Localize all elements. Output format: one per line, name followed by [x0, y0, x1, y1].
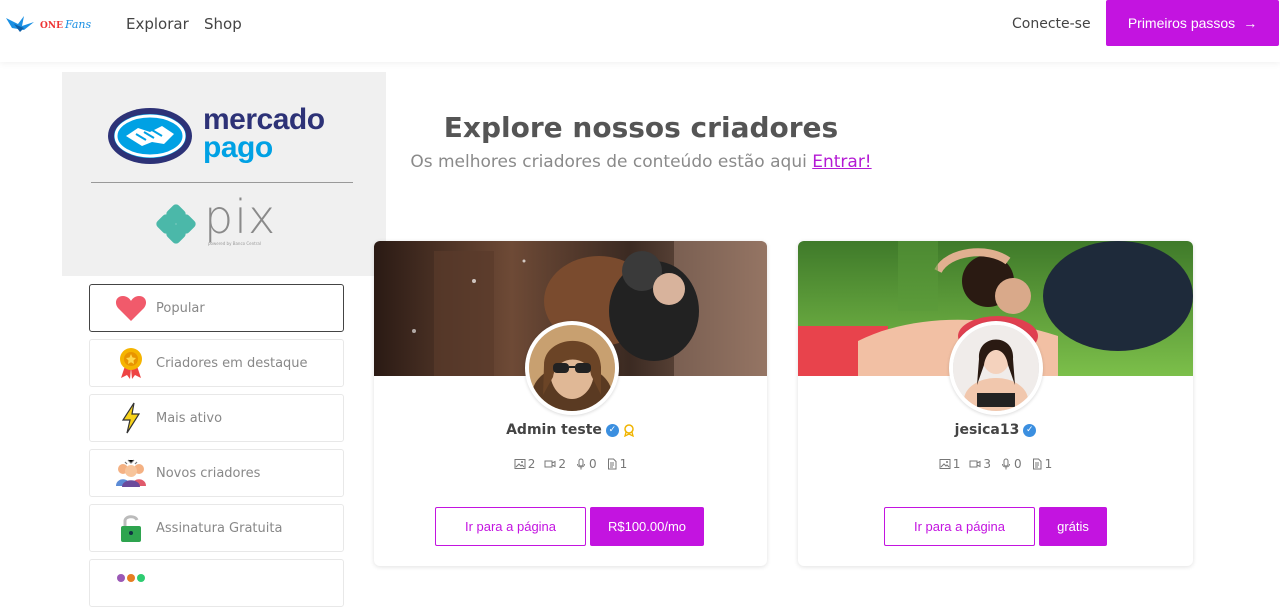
award-icon	[623, 423, 634, 437]
payment-methods-banner: mercado pago pix powered by Banco Centra…	[62, 72, 386, 276]
filter-label: Mais ativo	[156, 410, 223, 426]
pix-wordmark: pix	[204, 190, 277, 244]
photos-stat: 2	[514, 457, 535, 471]
site-logo[interactable]: ONE Fans	[4, 10, 100, 38]
people-icon	[114, 566, 148, 600]
file-icon	[1032, 458, 1042, 470]
file-icon	[607, 458, 617, 470]
microphone-icon	[1002, 458, 1010, 470]
audios-stat: 0	[575, 457, 597, 471]
creator-name[interactable]: Admin teste	[506, 422, 602, 438]
enter-link[interactable]: Entrar!	[812, 152, 871, 172]
card-actions: Ir para a página R$100.00/mo	[435, 507, 704, 546]
creator-name[interactable]: jesica13	[955, 422, 1020, 438]
subscribe-price-button[interactable]: R$100.00/mo	[590, 507, 704, 546]
filter-popular[interactable]: Popular	[89, 284, 344, 332]
creator-avatar[interactable]	[949, 321, 1043, 415]
banner-divider	[91, 182, 353, 183]
medal-icon	[114, 346, 148, 380]
filter-label: Novos criadores	[156, 465, 261, 481]
video-icon	[544, 460, 556, 468]
nav-explorar[interactable]: Explorar	[126, 15, 189, 33]
pix-subtitle: powered by Banco Central	[208, 241, 261, 246]
go-to-page-button[interactable]: Ir para a página	[435, 507, 586, 546]
filter-label: Criadores em destaque	[156, 355, 308, 371]
logo-wordmark: ONE Fans	[40, 17, 92, 31]
card-actions: Ir para a página grátis	[884, 507, 1107, 546]
files-stat: 1	[1031, 457, 1052, 471]
creator-stats: 2 2 0 1	[374, 457, 767, 471]
bird-logo-icon	[6, 16, 34, 32]
get-started-button[interactable]: Primeiros passos →	[1106, 0, 1279, 46]
pix-diamond-icon	[156, 204, 196, 244]
creator-card: Admin teste ✓ 2 2 0 1 Ir para a página R…	[374, 241, 767, 566]
image-icon	[939, 459, 951, 469]
files-stat: 1	[606, 457, 627, 471]
creator-stats: 1 3 0 1	[798, 457, 1193, 471]
creator-card: jesica13 ✓ 1 3 0 1 Ir para a página grát…	[798, 241, 1193, 566]
creator-name-row: Admin teste ✓	[374, 422, 767, 438]
videos-stat: 2	[544, 457, 566, 471]
group-icon	[114, 456, 148, 490]
filter-label: Assinatura Gratuita	[156, 520, 283, 536]
verified-icon: ✓	[1023, 423, 1037, 437]
photos-stat: 1	[939, 457, 960, 471]
filter-list: Popular Criadores em destaque Mais ativo…	[89, 284, 344, 614]
video-icon	[969, 460, 981, 468]
page-subtitle: Os melhores criadores de conteúdo estão …	[410, 152, 872, 172]
filter-most-active[interactable]: Mais ativo	[89, 394, 344, 442]
filter-community[interactable]	[89, 559, 344, 607]
filter-new-creators[interactable]: Novos criadores	[89, 449, 344, 497]
lightning-icon	[114, 401, 148, 435]
heart-icon	[114, 291, 148, 325]
login-link[interactable]: Conecte-se	[1012, 16, 1091, 32]
filter-free-subscription[interactable]: Assinatura Gratuita	[89, 504, 344, 552]
audios-stat: 0	[1000, 457, 1022, 471]
creator-name-row: jesica13 ✓	[798, 422, 1193, 438]
page-title: Explore nossos criadores	[443, 111, 839, 144]
arrow-right-icon: →	[1243, 15, 1258, 31]
image-icon	[514, 459, 526, 469]
get-started-label: Primeiros passos	[1127, 15, 1236, 31]
videos-stat: 3	[969, 457, 991, 471]
microphone-icon	[577, 458, 585, 470]
top-nav: ONE Fans Explorar Shop Conecte-se Primeir…	[0, 0, 1280, 62]
filter-label: Popular	[156, 300, 205, 316]
nav-shop[interactable]: Shop	[204, 15, 242, 33]
creator-avatar[interactable]	[525, 321, 619, 415]
unlock-icon	[114, 511, 148, 545]
filter-featured[interactable]: Criadores em destaque	[89, 339, 344, 387]
subscribe-price-button[interactable]: grátis	[1039, 507, 1107, 546]
verified-icon: ✓	[605, 423, 619, 437]
go-to-page-button[interactable]: Ir para a página	[884, 507, 1035, 546]
